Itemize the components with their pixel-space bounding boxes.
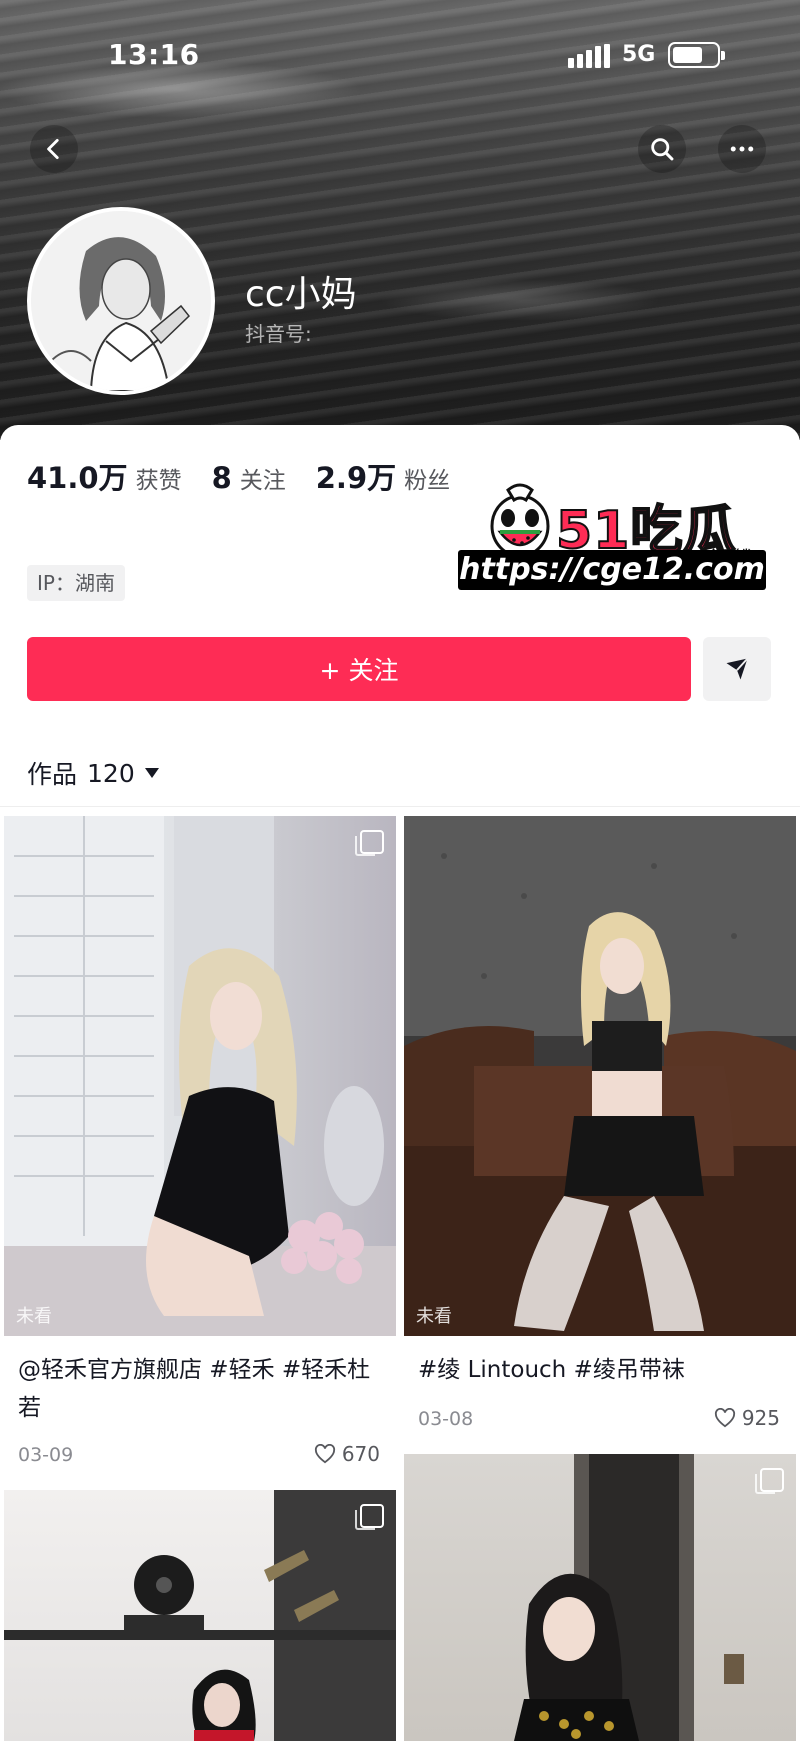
multi-image-icon (355, 830, 384, 856)
stat-following-value: 8 (211, 461, 232, 495)
stat-likes[interactable]: 41.0万 获赞 (27, 455, 182, 497)
post-thumbnail (404, 816, 796, 1336)
message-button[interactable] (703, 637, 771, 701)
network-type: 5G (622, 42, 656, 67)
ip-location-tag: IP：湖南 (27, 565, 125, 601)
stat-followers-value: 2.9万 (315, 461, 397, 495)
status-bar: 13:16 5G (0, 0, 800, 110)
post-likes-count: 670 (341, 1442, 380, 1466)
post-card[interactable]: 未看 #绫 Lintouch #绫吊带袜 03-08 925 (404, 816, 796, 1446)
heart-icon (714, 1408, 735, 1428)
profile-id-label: 抖音号: (245, 322, 312, 346)
more-horizontal-icon (730, 146, 754, 152)
post-photo (4, 816, 396, 1336)
profile-stats: 41.0万 获赞 8 关注 2.9万 粉丝 (27, 455, 480, 497)
post-photo (404, 816, 796, 1336)
post-unseen-badge: 未看 (416, 1306, 452, 1327)
follow-button[interactable]: + 关注 (27, 637, 691, 701)
search-button[interactable] (638, 125, 686, 173)
battery-icon (668, 42, 725, 68)
send-icon (726, 657, 749, 680)
works-count: 120 (87, 758, 135, 788)
avatar[interactable] (27, 207, 215, 395)
status-time: 13:16 (108, 38, 200, 71)
divider (0, 806, 800, 807)
post-caption: @轻禾官方旗舰店 #轻禾 #轻禾杜若 (18, 1357, 371, 1421)
stat-likes-value: 41.0万 (27, 461, 128, 495)
avatar-illustration (31, 211, 211, 391)
stat-followers[interactable]: 2.9万 粉丝 (316, 455, 450, 497)
watermark-url: https://cge12.com (458, 550, 766, 590)
post-photo (4, 1490, 396, 1741)
post-thumbnail (404, 1454, 796, 1741)
post-photo (514, 1454, 744, 1741)
battery-level (673, 47, 702, 63)
post-thumbnail (4, 1490, 396, 1741)
heart-icon (314, 1444, 335, 1464)
post-date: 03-08 (418, 1408, 474, 1430)
post-likes[interactable]: 925 (714, 1406, 780, 1430)
post-card[interactable]: 未看 @轻禾官方旗舰店 #轻禾 #轻禾杜若 03-09 670 (4, 816, 396, 1484)
multi-image-icon (755, 1468, 784, 1494)
profile-name: cc小妈 (245, 274, 357, 315)
search-icon (651, 138, 674, 161)
stat-likes-label: 获赞 (135, 468, 182, 494)
works-label: 作品 (27, 760, 78, 789)
post-card[interactable] (404, 1454, 796, 1741)
post-likes[interactable]: 670 (314, 1442, 380, 1466)
post-caption: #绫 Lintouch #绫吊带袜 (418, 1357, 685, 1383)
more-button[interactable] (718, 125, 766, 173)
profile-header-background: 13:16 5G cc小妈 抖音号: (0, 0, 800, 440)
works-tab[interactable]: 作品 120 (27, 755, 159, 791)
watermelon-mascot-icon (490, 483, 550, 558)
post-thumbnail (4, 816, 396, 1336)
post-card[interactable] (4, 1490, 396, 1741)
post-unseen-badge: 未看 (16, 1306, 52, 1327)
back-button[interactable] (30, 125, 78, 173)
watermark: 51吃瓜 全网首发 https://cge12.com (458, 480, 766, 592)
stat-following-label: 关注 (239, 468, 286, 494)
stat-following[interactable]: 8 关注 (212, 461, 286, 495)
chevron-left-icon (47, 138, 59, 160)
signal-icon (568, 44, 610, 68)
post-date: 03-09 (18, 1444, 74, 1466)
stat-followers-label: 粉丝 (404, 468, 451, 494)
multi-image-icon (355, 1504, 384, 1530)
post-likes-count: 925 (741, 1406, 780, 1430)
caret-down-icon (144, 768, 159, 778)
